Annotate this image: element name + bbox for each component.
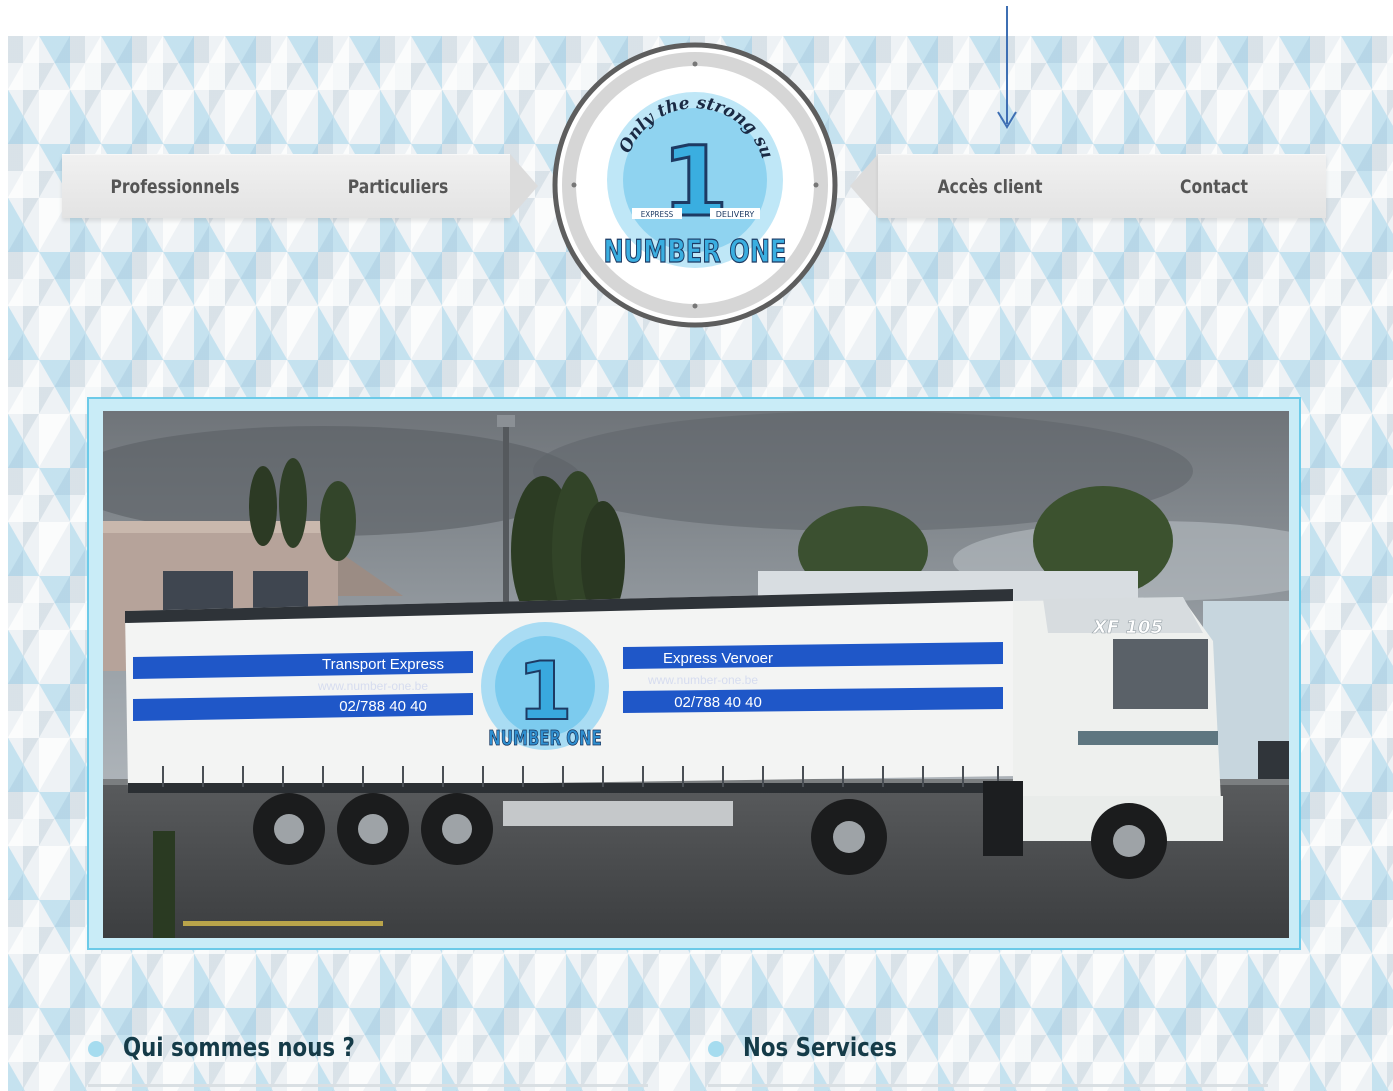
trailer-left-url: www.number-one.be: [317, 679, 428, 693]
nav-left-arrow-cap: [510, 154, 538, 218]
logo-name: NUMBER ONE: [603, 233, 786, 270]
nav-link-professionnels[interactable]: Professionnels: [99, 155, 252, 219]
section-divider: [708, 1084, 1268, 1087]
cab-badge: XF 105: [1092, 617, 1163, 638]
annotation-arrow-icon: [995, 6, 1019, 130]
nav-link-particuliers[interactable]: Particuliers: [324, 155, 472, 219]
nav-right-arrow-cap: [850, 154, 878, 218]
section-bullet-icon: [708, 1041, 724, 1057]
logo-left-tag: EXPRESS: [641, 210, 674, 219]
main-nav-right: Accès client Contact: [878, 154, 1326, 218]
truck-photo: Transport Express www.number-one.be 02/7…: [103, 411, 1289, 938]
section-title-nos-services: Nos Services: [743, 1033, 897, 1063]
section-bullet-icon: [88, 1041, 104, 1057]
trailer-left-title: Transport Express: [322, 656, 444, 673]
trailer-left-phone: 02/788 40 40: [339, 698, 427, 715]
nav-link-contact[interactable]: Contact: [1140, 155, 1288, 219]
main-nav-left: Professionnels Particuliers: [62, 154, 510, 218]
section-title-qui-sommes-nous: Qui sommes nous ?: [123, 1033, 355, 1063]
section-divider: [88, 1084, 648, 1087]
svg-text:1: 1: [517, 645, 573, 738]
trailer-right-url: www.number-one.be: [647, 673, 758, 687]
trailer-right-title: Express Vervoer: [663, 650, 773, 667]
nav-link-acces-client[interactable]: Accès client: [916, 155, 1064, 219]
trailer-right-phone: 02/788 40 40: [674, 694, 762, 711]
hero-photo-frame: Transport Express www.number-one.be 02/7…: [87, 397, 1301, 950]
logo-right-tag: DELIVERY: [716, 210, 755, 219]
trailer-logo-name: NUMBER ONE: [488, 728, 602, 751]
site-logo[interactable]: Only the strong survive ! 1 EXPRESS DELI…: [545, 25, 840, 330]
logo-numeral: 1: [662, 126, 729, 238]
